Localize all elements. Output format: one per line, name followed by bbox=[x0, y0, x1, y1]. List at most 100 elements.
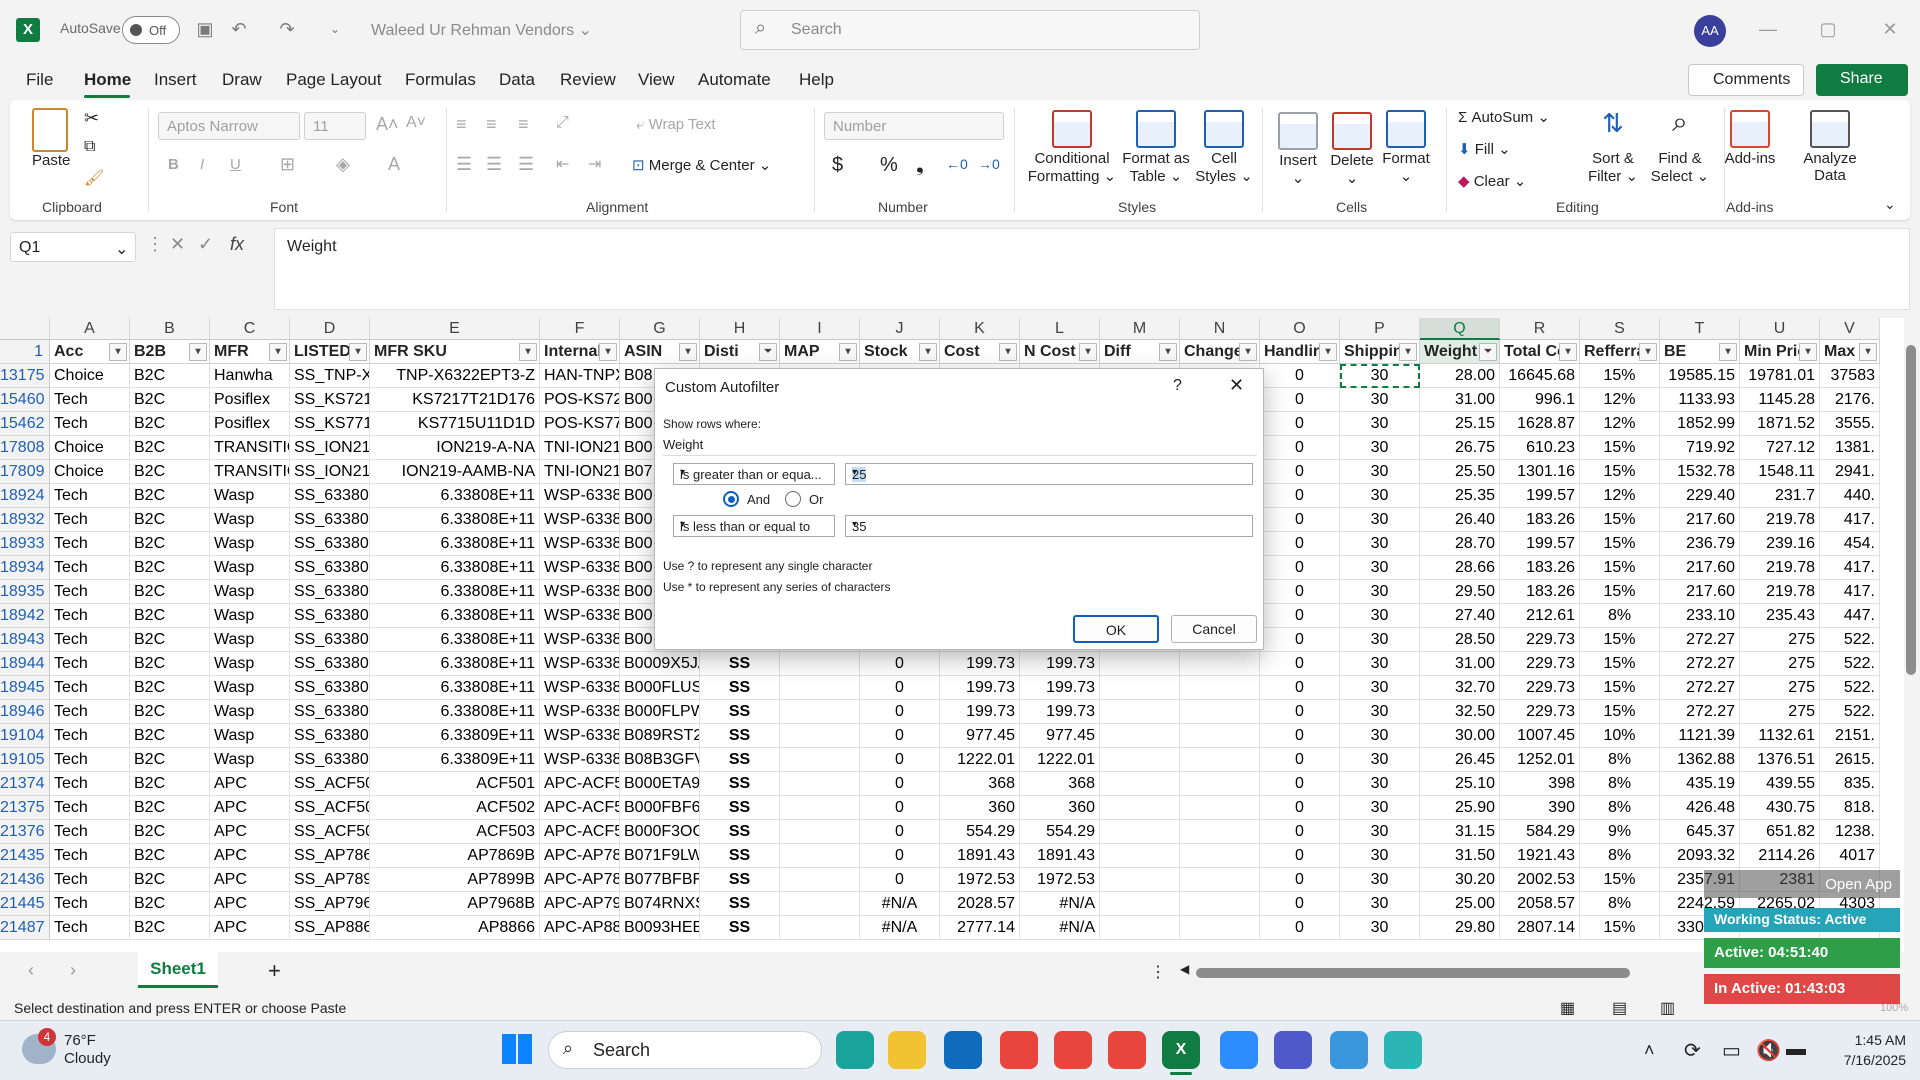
table-cell[interactable]: SS_AP7869 bbox=[290, 844, 370, 868]
table-cell[interactable]: WSP-6338 bbox=[540, 724, 620, 748]
table-cell[interactable] bbox=[780, 772, 860, 796]
format-cells-button[interactable]: Format ⌄ bbox=[1376, 150, 1436, 185]
autosave-toggle[interactable]: Off bbox=[122, 16, 180, 44]
table-cell[interactable]: Choice bbox=[50, 364, 130, 388]
table-cell[interactable]: SS bbox=[700, 820, 780, 844]
format-as-table-icon[interactable] bbox=[1136, 110, 1176, 148]
ok-button[interactable]: OK bbox=[1073, 615, 1159, 643]
table-cell[interactable]: Wasp bbox=[210, 748, 290, 772]
table-cell[interactable]: WSP-6338 bbox=[540, 628, 620, 652]
table-cell[interactable]: 32.70 bbox=[1420, 676, 1500, 700]
table-cell[interactable]: B2C bbox=[130, 436, 210, 460]
table-cell[interactable]: Tech bbox=[50, 628, 130, 652]
table-cell[interactable] bbox=[1100, 892, 1180, 916]
table-cell[interactable]: SS_ION219 bbox=[290, 460, 370, 484]
chrome-profile2-icon[interactable] bbox=[1054, 1031, 1092, 1069]
table-cell[interactable]: Tech bbox=[50, 916, 130, 940]
table-cell[interactable]: 199.73 bbox=[1020, 676, 1100, 700]
normal-view-icon[interactable]: ▦ bbox=[1560, 998, 1575, 1018]
row-header[interactable]: 21375 bbox=[0, 796, 50, 820]
table-cell[interactable]: 0 bbox=[1260, 724, 1340, 748]
table-cell[interactable] bbox=[1180, 724, 1260, 748]
table-cell[interactable]: B08B3GFV bbox=[620, 748, 700, 772]
table-cell[interactable]: SS bbox=[700, 700, 780, 724]
cancel-button[interactable]: Cancel bbox=[1171, 615, 1257, 643]
table-cell[interactable]: 0 bbox=[1260, 436, 1340, 460]
table-cell[interactable]: 30 bbox=[1340, 748, 1420, 772]
table-cell[interactable]: 645.37 bbox=[1660, 820, 1740, 844]
align-middle-icon[interactable]: ≡ bbox=[486, 114, 497, 135]
row-header[interactable]: 18932 bbox=[0, 508, 50, 532]
table-cell[interactable]: 0 bbox=[1260, 676, 1340, 700]
table-cell[interactable]: KS7715U11D1D bbox=[370, 412, 540, 436]
column-header-c[interactable]: C bbox=[210, 318, 290, 340]
table-cell[interactable]: 6.33808E+11 bbox=[370, 628, 540, 652]
table-cell[interactable]: 554.29 bbox=[1020, 820, 1100, 844]
copy-icon[interactable]: ⧉ bbox=[84, 138, 95, 156]
table-cell[interactable]: 1376.51 bbox=[1740, 748, 1820, 772]
column-header-f[interactable]: F bbox=[540, 318, 620, 340]
table-cell[interactable]: 430.75 bbox=[1740, 796, 1820, 820]
table-cell[interactable]: 15% bbox=[1580, 916, 1660, 940]
table-cell[interactable]: B089RST2I bbox=[620, 724, 700, 748]
table-cell[interactable]: 231.7 bbox=[1740, 484, 1820, 508]
taskbar-search[interactable]: ⌕ Search bbox=[548, 1031, 822, 1069]
table-cell[interactable]: TRANSITIO bbox=[210, 460, 290, 484]
table-cell[interactable]: B000F3OG bbox=[620, 820, 700, 844]
table-cell[interactable]: 183.26 bbox=[1500, 508, 1580, 532]
table-cell[interactable]: 0 bbox=[1260, 460, 1340, 484]
cut-icon[interactable]: ✂ bbox=[84, 108, 99, 129]
clear-button[interactable]: ◆ Clear ⌄ bbox=[1458, 172, 1526, 190]
align-right-icon[interactable]: ☰ bbox=[518, 154, 534, 175]
table-cell[interactable]: Tech bbox=[50, 868, 130, 892]
table-cell[interactable] bbox=[780, 820, 860, 844]
table-cell[interactable]: 0 bbox=[1260, 604, 1340, 628]
table-cell[interactable]: 0 bbox=[1260, 556, 1340, 580]
scroll-left-icon[interactable]: ◀ bbox=[1180, 962, 1189, 976]
table-cell[interactable]: 15% bbox=[1580, 508, 1660, 532]
chrome-profile3-icon[interactable] bbox=[1108, 1031, 1146, 1069]
table-cell[interactable]: Wasp bbox=[210, 724, 290, 748]
table-cell[interactable]: 6.33808E+11 bbox=[370, 676, 540, 700]
table-cell[interactable]: 835. bbox=[1820, 772, 1880, 796]
column-header-k[interactable]: K bbox=[940, 318, 1020, 340]
table-cell[interactable]: SS_KS7217 bbox=[290, 388, 370, 412]
table-cell[interactable]: 272.27 bbox=[1660, 628, 1740, 652]
filter-dropdown-icon[interactable]: ▾ bbox=[1319, 343, 1337, 361]
table-cell[interactable]: APC bbox=[210, 892, 290, 916]
table-cell[interactable]: Tech bbox=[50, 508, 130, 532]
table-cell[interactable]: 30 bbox=[1340, 916, 1420, 940]
table-cell[interactable]: 6.33808E+11 bbox=[370, 580, 540, 604]
borders-icon[interactable]: ⊞ bbox=[280, 154, 295, 175]
table-cell[interactable] bbox=[1180, 820, 1260, 844]
table-cell[interactable]: 447. bbox=[1820, 604, 1880, 628]
table-cell[interactable] bbox=[1100, 820, 1180, 844]
table-cell[interactable]: Posiflex bbox=[210, 388, 290, 412]
help-icon[interactable]: ? bbox=[1173, 377, 1182, 395]
paste-icon[interactable] bbox=[32, 108, 68, 152]
table-cell[interactable]: 1628.87 bbox=[1500, 412, 1580, 436]
table-cell[interactable] bbox=[780, 676, 860, 700]
table-cell[interactable] bbox=[780, 700, 860, 724]
table-cell[interactable]: Tech bbox=[50, 604, 130, 628]
table-cell[interactable]: ACF501 bbox=[370, 772, 540, 796]
table-cell[interactable]: B2C bbox=[130, 916, 210, 940]
row-header[interactable]: 19105 bbox=[0, 748, 50, 772]
table-cell[interactable]: APC bbox=[210, 772, 290, 796]
table-cell[interactable]: 30 bbox=[1340, 700, 1420, 724]
column-header-p[interactable]: P bbox=[1340, 318, 1420, 340]
filter-dropdown-icon[interactable]: ▾ bbox=[1239, 343, 1257, 361]
table-cell[interactable]: APC-AP78 bbox=[540, 844, 620, 868]
table-cell[interactable] bbox=[1180, 892, 1260, 916]
menu-view[interactable]: View bbox=[638, 70, 675, 90]
table-cell[interactable]: SS_633808 bbox=[290, 580, 370, 604]
column-header-s[interactable]: S bbox=[1580, 318, 1660, 340]
file-explorer-icon[interactable] bbox=[888, 1031, 926, 1069]
document-title[interactable]: Waleed Ur Rehman Vendors ⌄ bbox=[371, 20, 592, 40]
analyze-data-icon[interactable] bbox=[1810, 110, 1850, 148]
table-cell[interactable]: 30 bbox=[1340, 868, 1420, 892]
table-cell[interactable]: APC-AP79 bbox=[540, 892, 620, 916]
table-cell[interactable]: 0 bbox=[860, 844, 940, 868]
table-cell[interactable]: 1301.16 bbox=[1500, 460, 1580, 484]
table-cell[interactable]: 2807.14 bbox=[1500, 916, 1580, 940]
